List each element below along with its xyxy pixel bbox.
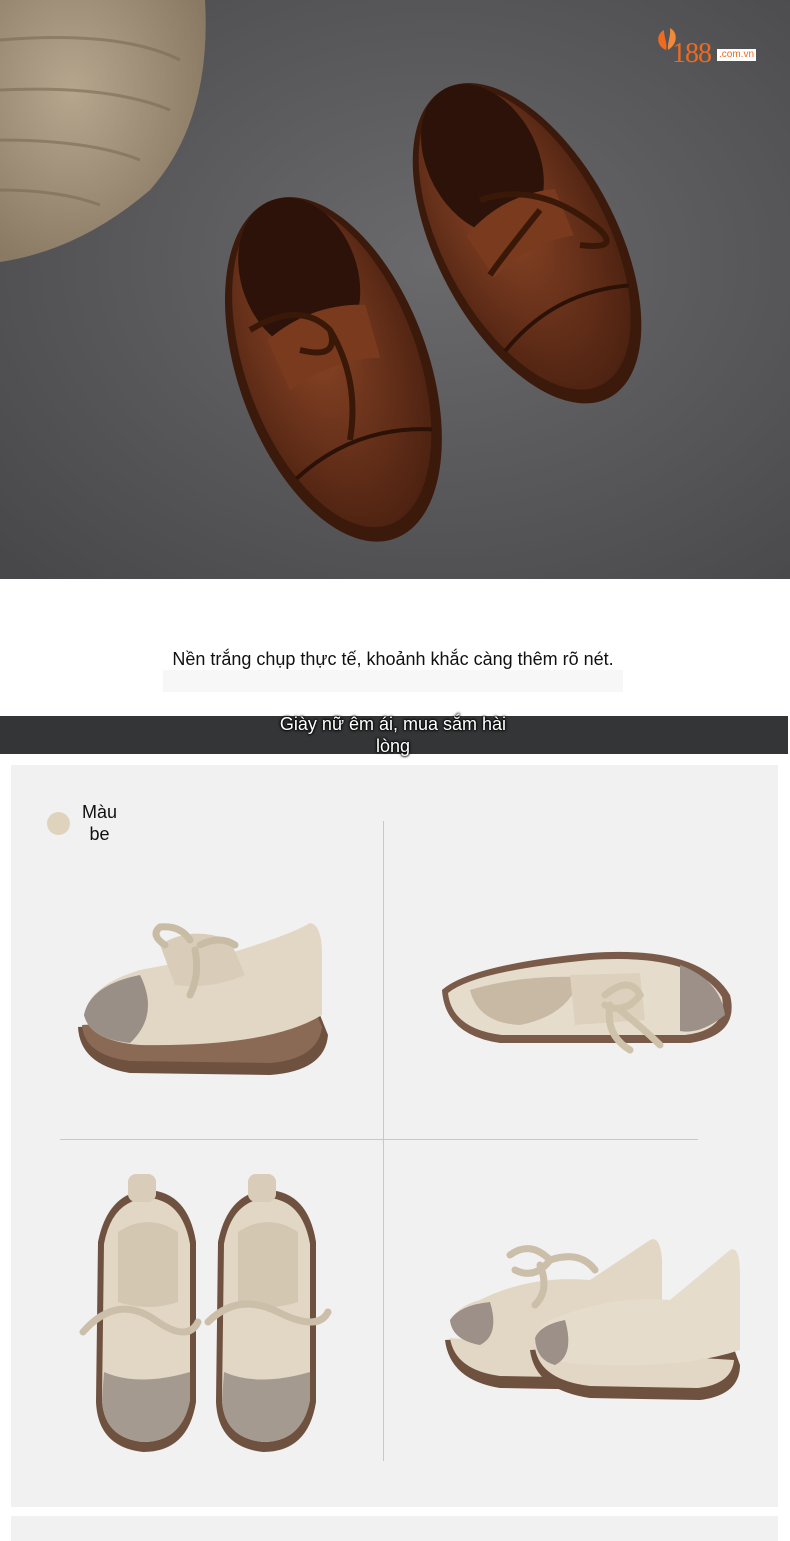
banner-text: Giày nữ êm ái, mua sắm hài lòng xyxy=(279,714,507,756)
brand-logo: 188 .com.vn xyxy=(650,22,775,72)
logo-number: 188 xyxy=(672,38,712,69)
color-swatch[interactable] xyxy=(47,812,70,835)
logo-domain: .com.vn xyxy=(717,49,757,61)
caption-text: Nền trắng chụp thực tế, khoảnh khắc càng… xyxy=(172,649,614,669)
shoe-pair-top-view-image xyxy=(78,1172,343,1457)
color-label: Màu be xyxy=(81,802,117,844)
caption-block: Nền trắng chụp thực tế, khoảnh khắc càng… xyxy=(163,648,623,696)
hero-photo: 188 .com.vn xyxy=(0,0,790,579)
shoe-pair-angle-view-image xyxy=(440,1220,745,1405)
shoe-inner-side-view-image xyxy=(430,935,745,1070)
next-panel-edge xyxy=(11,1516,778,1541)
shoe-side-view-image xyxy=(70,915,340,1085)
grid-divider-vertical xyxy=(383,821,384,1461)
grid-divider-horizontal xyxy=(60,1139,698,1140)
